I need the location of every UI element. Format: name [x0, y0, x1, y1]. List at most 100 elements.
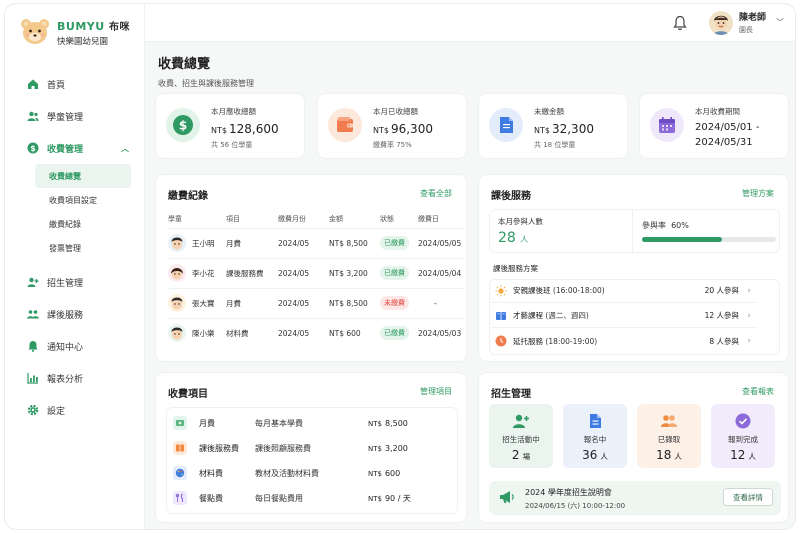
table-row[interactable]: 陳小樂 材料費 2024/05 NT$ 600 已繳費 2024/05/03: [168, 317, 464, 348]
fee-items-card: 收費項目 管理項目 月費 每月基本學費 NT$ 8,500 課後服務費 課後照顧服務費 N…: [155, 372, 467, 523]
column-header[interactable]: 金額: [329, 210, 380, 228]
status-badge: 已繳費: [380, 236, 409, 250]
brand-logo[interactable]: BUMYU 布咪 快樂園幼兒園: [19, 16, 130, 48]
manage-plans-link[interactable]: 管理方案: [742, 188, 774, 199]
enrollment-stat-events[interactable]: 招生活動中 2場: [489, 404, 553, 468]
submenu-item-fee-settings[interactable]: 收費項目設定: [35, 188, 131, 212]
stat-value: NT$ 96,300: [373, 122, 433, 136]
palette-icon: [173, 466, 187, 480]
money-icon: [173, 416, 187, 430]
table-row[interactable]: 王小明 月費 2024/05 NT$ 8,500 已繳費 2024/05/05: [168, 227, 464, 258]
sidebar-item-home[interactable]: 首頁: [5, 68, 145, 100]
sidebar-item-label: 收費管理: [47, 144, 84, 155]
column-header[interactable]: 狀態: [380, 210, 418, 228]
fee-item[interactable]: 餐點費 每日餐點費用 NT$ 90 / 天: [168, 486, 450, 510]
view-all-link[interactable]: 查看全部: [420, 188, 452, 199]
stat-foot: 繳費率 75%: [373, 141, 412, 149]
after-school-card: 課後服務 管理方案 本月參與人數 28 人 參與率 60% 課後服務方案 安親課…: [478, 174, 789, 362]
column-header[interactable]: 項目: [226, 210, 278, 228]
notification-bell-icon[interactable]: [673, 15, 687, 31]
enrollment-stat-admitted[interactable]: 已錄取 18 人: [637, 404, 701, 468]
calendar-icon: [650, 108, 684, 142]
column-header[interactable]: 學童: [168, 210, 226, 228]
child-avatar: [168, 324, 186, 343]
book-icon: [496, 311, 506, 320]
card-title: 收費項目: [168, 389, 208, 400]
chevron-down-icon[interactable]: ﹀: [776, 17, 784, 28]
enrolled-value: 28 人: [498, 230, 529, 246]
page-title: 收費總覽: [158, 57, 211, 72]
wallet-icon: [328, 108, 362, 142]
fee-item[interactable]: 材料費 教材及活動材料費 NT$ 600: [168, 461, 450, 485]
submenu-item-overview[interactable]: 收費總覽: [35, 164, 131, 188]
sidebar: BUMYU 布咪 快樂園幼兒園 首頁 學童管理 $ 收費管理 ︿ 收費總覽 收費…: [5, 4, 145, 529]
sidebar-item-label: 學童管理: [47, 112, 84, 123]
stat-label: 本月應收總額: [211, 107, 256, 116]
submenu-item-payment-records[interactable]: 繳費紀錄: [35, 212, 131, 236]
stat-card-received: 本月已收總額 NT$ 96,300 繳費率 75%: [317, 93, 467, 159]
stat-value: 2024/05/01 -: [695, 122, 760, 133]
document-icon: [590, 414, 601, 428]
sidebar-item-students[interactable]: 學童管理: [5, 100, 145, 132]
column-header[interactable]: 繳費月份: [278, 210, 329, 228]
bell-icon: [27, 340, 39, 352]
child-avatar: [168, 294, 186, 312]
sidebar-item-label: 通知中心: [47, 342, 84, 353]
user-name: 陳老師: [739, 13, 767, 23]
stat-card-unpaid: 未繳金額 NT$ 32,300 共 18 位學童: [478, 93, 628, 159]
manage-items-link[interactable]: 管理項目: [420, 386, 452, 397]
sidebar-item-label: 首頁: [47, 80, 66, 91]
sidebar-item-notifications[interactable]: 通知中心: [5, 330, 145, 362]
payment-records-card: 繳費紀錄 查看全部 學童 項目 繳費月份 金額 狀態 繳費日 王小明 月費 20…: [155, 174, 467, 362]
bear-logo-icon: [21, 19, 49, 44]
stat-card-period: 本月收費期間 2024/05/01 - 2024/05/31: [639, 93, 789, 159]
svg-text:$: $: [30, 144, 36, 153]
sidebar-item-after-school[interactable]: 課後服務: [5, 298, 145, 330]
user-menu[interactable]: 陳老師 園長 ﹀: [709, 10, 784, 35]
megaphone-icon: [500, 491, 514, 503]
column-header[interactable]: 繳費日: [418, 210, 464, 228]
stat-label: 未繳金額: [534, 107, 564, 116]
sidebar-item-enrollment[interactable]: 招生管理: [5, 266, 145, 298]
view-details-button[interactable]: 查看詳情: [723, 488, 773, 506]
fee-item[interactable]: 課後服務費 課後照顧服務費 NT$ 3,200: [168, 436, 450, 460]
chevron-up-icon[interactable]: ︿: [121, 143, 129, 154]
card-title: 課後服務: [491, 191, 531, 202]
enrollment-event-banner: 2024 學年度招生說明會 2024/06/15 (六) 10:00-12:00…: [489, 481, 781, 515]
bar-chart-icon: [27, 372, 39, 384]
submenu-item-invoices[interactable]: 發票管理: [35, 236, 131, 260]
home-icon: [27, 78, 39, 90]
enrollment-stat-registering[interactable]: 報名中 36 人: [563, 404, 627, 468]
status-badge: 已繳費: [380, 326, 409, 341]
table-row[interactable]: 張大寶 月費 2024/05 NT$ 8,500 未繳費 -: [168, 287, 464, 318]
stat-label: 本月已收總額: [373, 107, 418, 116]
plan-item[interactable]: 安親課後班 (16:00-18:00) 20 人參與 ›: [489, 279, 757, 303]
sidebar-item-label: 招生管理: [47, 278, 84, 289]
status-badge: 未繳費: [380, 296, 409, 310]
event-time: 2024/06/15 (六) 10:00-12:00: [525, 502, 626, 510]
document-icon: [489, 108, 523, 142]
table-row[interactable]: 李小花 課後服務費 2024/05 NT$ 3,200 已繳費 2024/05/…: [168, 257, 464, 288]
plans-title: 課後服務方案: [493, 264, 538, 273]
fee-item[interactable]: 月費 每月基本學費 NT$ 8,500: [168, 411, 450, 435]
view-report-link[interactable]: 查看報表: [742, 386, 774, 397]
plan-item[interactable]: 才藝課程 (週二、週四) 12 人參與 ›: [489, 304, 757, 328]
enrolled-label: 本月參與人數: [498, 217, 543, 226]
card-title: 繳費紀錄: [168, 191, 208, 202]
sidebar-item-label: 設定: [47, 406, 66, 417]
payment-table: 學童 項目 繳費月份 金額 狀態 繳費日 王小明 月費 2024/05 NT$ …: [168, 210, 464, 348]
avatar: [709, 10, 733, 35]
add-user-icon: [513, 414, 529, 428]
status-badge: 已繳費: [380, 266, 409, 280]
sidebar-item-settings[interactable]: 設定: [5, 394, 145, 426]
dollar-coin-icon: $: [166, 108, 200, 142]
plan-item[interactable]: 延托服務 (18:00-19:00) 8 人參與 ›: [489, 329, 757, 353]
svg-text:$: $: [179, 119, 187, 133]
sidebar-item-reports[interactable]: 報表分析: [5, 362, 145, 394]
sidebar-item-billing[interactable]: $ 收費管理 ︿: [5, 132, 145, 164]
utensils-icon: [173, 491, 187, 505]
stat-foot: 共 56 位學童: [211, 141, 253, 149]
page-header: 收費總覽 收費、招生與課後服務管理: [158, 53, 254, 89]
participation-rate: 參與率 60%: [642, 221, 689, 230]
enrollment-stat-checked-in[interactable]: 報到完成 12 人: [711, 404, 775, 468]
